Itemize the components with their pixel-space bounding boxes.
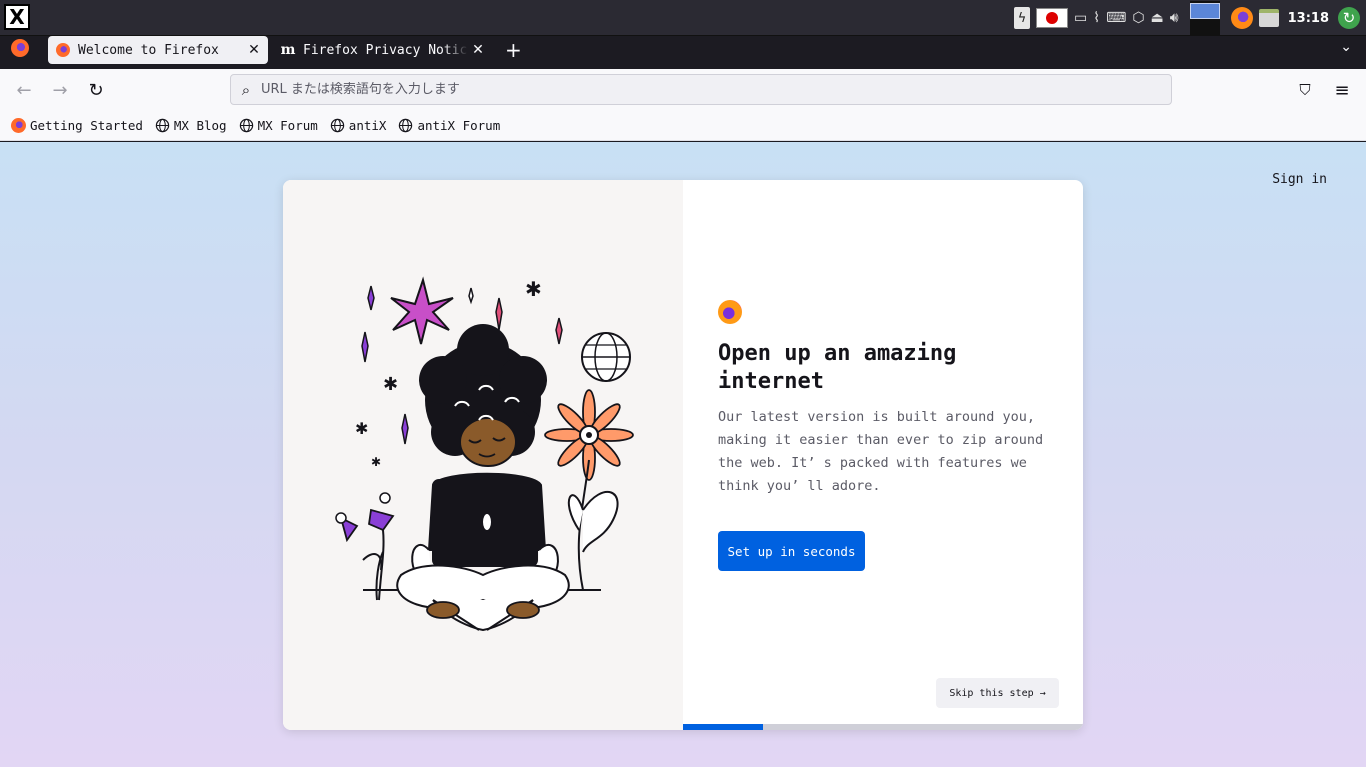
firefox-view-icon[interactable] [11,39,29,57]
svg-text:✱: ✱ [355,419,368,438]
setup-button[interactable]: Set up in seconds [718,531,865,571]
onboarding-card: ✱ ✱ ✱ ✱ Open up an amazing internet Our … [283,180,1083,730]
firefox-icon [56,43,70,57]
globe-icon [239,118,254,133]
bookmark-mx-forum[interactable]: MX Forum [239,118,318,133]
forward-button[interactable]: → [47,77,73,103]
bookmark-antix[interactable]: antiX [330,117,387,133]
svg-text:✱: ✱ [383,374,398,395]
illustration-panel: ✱ ✱ ✱ ✱ [283,180,683,730]
tab-strip: Welcome to Firefox ✕ m Firefox Privacy N… [0,36,1366,69]
mx-menu-button[interactable]: X [4,4,30,30]
firefox-logo-icon [718,300,742,324]
clock[interactable]: 13:18 [1288,11,1329,26]
bookmark-getting-started[interactable]: Getting Started [11,117,143,133]
page-subtitle: Our latest version is built around you, … [718,409,1044,494]
step-progress-bar [683,724,1083,730]
url-bar[interactable]: ⌕ [230,74,1172,105]
bookmark-label: antiX [348,117,387,133]
power-icon[interactable]: ϟ [1014,7,1031,29]
close-tab-icon[interactable]: ✕ [468,42,488,58]
globe-icon [398,118,413,133]
tab-title: Welcome to Firefox [78,42,219,58]
window-icon[interactable]: ▭ [1074,8,1087,28]
new-tab-button[interactable]: + [505,38,522,62]
bookmark-mx-blog[interactable]: MX Blog [155,118,227,133]
keyboard-icon[interactable]: ⌨ [1106,8,1126,28]
navigation-toolbar: ← → ↻ ⌕ ⛉ ≡ [0,69,1366,110]
bookmark-label: Getting Started [30,117,143,133]
bookmark-label: antiX Forum [417,117,501,133]
tab-title: Firefox Privacy Notice — [303,42,468,58]
app-menu-button[interactable]: ≡ [1329,77,1355,103]
flag-icon[interactable] [1036,8,1069,28]
tab-welcome[interactable]: Welcome to Firefox ✕ [48,36,268,64]
sign-in-link[interactable]: Sign in [1272,172,1327,187]
onboarding-text-panel: Open up an amazing internet Our latest v… [683,180,1083,730]
volume-icon[interactable]: 🔊︎ [1170,8,1179,28]
update-icon[interactable]: ↻ [1338,7,1360,29]
pocket-button[interactable]: ⛉ [1292,77,1318,103]
system-tray: ϟ ▭ ⌇ ⌨ ⬡ ⏏ 🔊︎ 13:18 ↻ [1011,0,1366,36]
search-icon: ⌕ [241,80,251,99]
mozilla-icon: m [280,42,296,58]
url-input[interactable] [261,82,1141,97]
eject-icon[interactable]: ⏏ [1151,8,1164,28]
globe-icon [330,118,345,133]
bookmark-antix-forum[interactable]: antiX Forum [398,118,500,133]
clip-icon[interactable]: ⌇ [1093,8,1100,28]
step-progress-fill [683,724,763,730]
reload-button[interactable]: ↻ [83,77,109,103]
folder-icon[interactable] [1258,9,1279,27]
bookmark-label: MX Forum [257,117,318,133]
person-with-laptop-illustration: ✱ ✱ ✱ ✱ [335,276,634,632]
system-taskbar: X ϟ ▭ ⌇ ⌨ ⬡ ⏏ 🔊︎ 13:18 ↻ [0,0,1366,36]
skip-step-button[interactable]: Skip this step → [936,678,1059,708]
box-icon[interactable]: ⬡ [1132,8,1144,28]
back-button[interactable]: ← [11,77,37,103]
workspace-icon[interactable] [1189,1,1220,35]
close-tab-icon[interactable]: ✕ [244,42,264,58]
svg-text:✱: ✱ [371,455,381,469]
firefox-icon [11,117,26,133]
globe-icon [155,118,170,133]
firefox-icon[interactable] [1230,7,1253,29]
tab-privacy-notice[interactable]: m Firefox Privacy Notice — ✕ [277,36,492,64]
list-all-tabs-button[interactable]: ⌄ [1340,39,1352,55]
page-content: Sign in ✱ ✱ ✱ ✱ Open up an amazing inter… [0,142,1366,767]
page-title: Open up an amazing internet [718,341,957,394]
svg-text:✱: ✱ [525,277,542,301]
bookmark-label: MX Blog [173,117,227,133]
bookmarks-toolbar: Getting Started MX Blog MX Forum antiX a… [0,110,1366,141]
mx-logo-icon: X [9,5,25,29]
